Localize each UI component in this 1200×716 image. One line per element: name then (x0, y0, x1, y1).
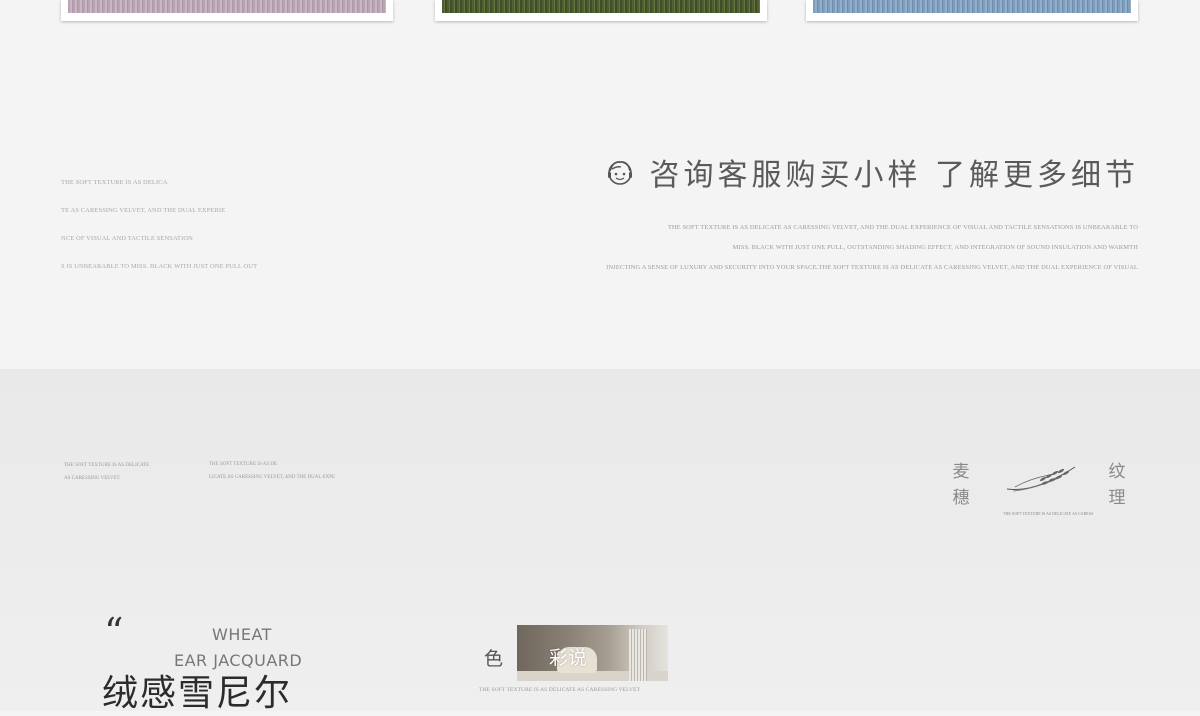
band-mini-text-mid: THE SOFT TEXTURE IS AS DE LICATE AS CARE… (209, 458, 335, 484)
description-line: INJECTING A SENSE OF LUXURY AND SECURITY… (606, 264, 1138, 271)
left-text-line: THE SOFT TEXTURE IS AS DELICA (61, 179, 168, 186)
wheat-icon (1006, 466, 1076, 492)
photo-title: 彩说 (549, 647, 588, 669)
fabric-swatch-olive (442, 0, 760, 13)
band-mini-text-left: THE SOFT TEXTURE IS AS DELICATE AS CARES… (64, 459, 149, 485)
mini-line: THE SOFT TEXTURE IS AS DELICATE (64, 463, 150, 468)
left-text-line: S IS UNBEARABLE TO MISS. BLACK WITH JUST… (61, 263, 258, 270)
description-line: THE SOFT TEXTURE IS AS DELICATE AS CARES… (667, 224, 1138, 231)
customer-service-face-icon (608, 161, 633, 185)
vertical-char: 纹 (1108, 462, 1126, 482)
vertical-char: 麦 (952, 462, 970, 482)
color-label: 色 (484, 648, 504, 670)
interior-photo: 彩说 (517, 625, 668, 681)
swatch-card-lilac[interactable] (61, 0, 393, 21)
mini-line: THE SOFT TEXTURE IS AS DE (209, 462, 278, 467)
english-title-line2: EAR JACQUARD (174, 651, 303, 670)
wheat-caption: THE SOFT TEXTURE IS AS DELICATE AS CARES… (1003, 511, 1094, 516)
photo-curtain (629, 629, 647, 681)
fabric-swatch-lilac (68, 0, 386, 13)
mini-line: LICATE AS CARESSING VELVET, AND THE DUAL… (209, 475, 336, 480)
swatch-card-olive[interactable] (435, 0, 767, 21)
description-block: THE SOFT TEXTURE IS AS DELICATE AS CARES… (518, 218, 1138, 278)
vertical-char: 理 (1108, 488, 1126, 508)
vertical-label-left: 麦 穗 (951, 459, 971, 511)
vertical-label-right: 纹 理 (1107, 459, 1127, 511)
vertical-char: 穗 (952, 488, 970, 508)
quote-mark: “ (104, 610, 124, 654)
english-title-line1: WHEAT (212, 625, 272, 644)
description-line: MISS. BLACK WITH JUST ONE PULL, OUTSTAND… (732, 244, 1138, 251)
mini-line: AS CARESSING VELVET. (64, 476, 121, 481)
consult-headline[interactable]: 咨询客服购买小样 了解更多细节 (605, 150, 1139, 194)
left-text-line: TE AS CARESSING VELVET, AND THE DUAL EXP… (61, 207, 226, 214)
fabric-swatch-sky-blue (813, 0, 1131, 13)
left-text-block: THE SOFT TEXTURE IS AS DELICA TE AS CARE… (61, 178, 361, 290)
english-title: WHEAT EAR JACQUARD (174, 622, 302, 674)
photo-caption: THE SOFT TEXTURE IS AS DELICATE AS CARES… (479, 687, 641, 693)
headline-text: 咨询客服购买小样 了解更多细节 (649, 158, 1139, 193)
left-text-line: NCE OF VISUAL AND TACTILE SENSATION (61, 235, 193, 242)
chinese-title: 绒感雪尼尔 (102, 673, 293, 714)
swatch-card-sky-blue[interactable] (806, 0, 1138, 21)
